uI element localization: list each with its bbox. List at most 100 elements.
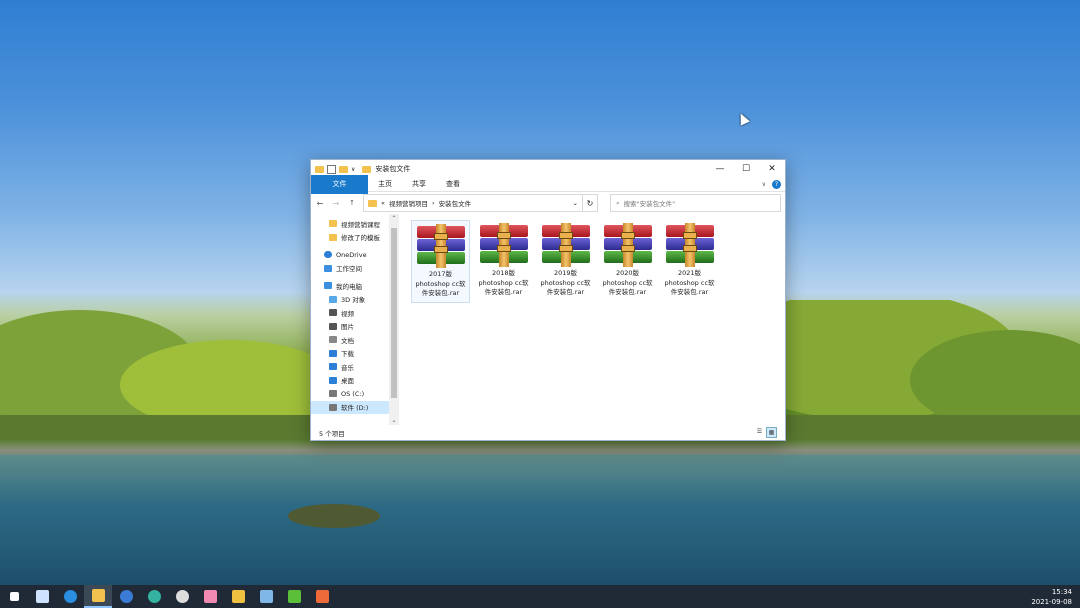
maximize-button[interactable]: ☐ (733, 160, 759, 178)
tab-home[interactable]: 主页 (368, 178, 402, 191)
taskbar-camtasia-button[interactable] (280, 585, 308, 608)
file-name-line: 件安装包.rar (670, 288, 709, 296)
back-button[interactable]: ← (315, 199, 325, 208)
sidebar-item[interactable]: 视频营销课程 (311, 217, 389, 231)
sidebar-item[interactable]: 文档 (311, 333, 389, 347)
edge-icon (147, 590, 161, 603)
address-dropdown-icon[interactable]: ⌄ (573, 199, 578, 207)
file-name-line: 2017版 (428, 270, 453, 278)
sidebar-item[interactable]: 3D 对象 (311, 293, 389, 307)
window-folder-icon (362, 165, 372, 173)
taskbar-dell-button[interactable] (168, 585, 196, 608)
forward-button[interactable]: → (331, 199, 341, 208)
mouse-cursor-icon (736, 111, 750, 126)
video-icon (329, 309, 337, 317)
breadcrumb-overflow[interactable]: « (381, 199, 385, 207)
tab-file[interactable]: 文件 (311, 175, 368, 194)
properties-icon[interactable] (327, 164, 336, 174)
address-bar-row: ← → ↑ « 视频营销项目 › 安装包文件 ⌄ ↻ ⌕ 搜索"安装包文件" (311, 192, 785, 214)
taskbar-app-pink-button[interactable] (196, 585, 224, 608)
breadcrumb-separator-icon[interactable]: › (432, 199, 435, 207)
sidebar-item-label: OneDrive (336, 250, 367, 259)
taskbar-app-blue-button[interactable] (252, 585, 280, 608)
refresh-button[interactable]: ↻ (583, 194, 598, 212)
taskbar-browser-button[interactable] (56, 585, 84, 608)
sidebar-item-label: 桌面 (341, 377, 354, 386)
help-icon[interactable]: ? (772, 180, 781, 189)
sidebar-item[interactable]: 修改了的模板 (311, 231, 389, 245)
sidebar-item-label: 视频营销课程 (341, 220, 380, 229)
tab-share[interactable]: 共享 (402, 178, 436, 191)
details-view-icon[interactable]: ☰ (755, 427, 764, 436)
browser-icon (63, 590, 77, 603)
file-item[interactable]: 2020版 photoshop cc软 件安装包.rar (599, 220, 656, 301)
large-icons-view-icon[interactable]: ▦ (766, 427, 777, 438)
expand-ribbon-icon[interactable]: ∨ (762, 181, 766, 188)
sidebar-item[interactable]: OS (C:) (311, 387, 389, 401)
up-button[interactable]: ↑ (347, 199, 357, 207)
wallpaper-river (0, 455, 1080, 585)
sidebar-item[interactable]: OneDrive (311, 248, 389, 262)
sidebar-item[interactable]: 下载 (311, 347, 389, 361)
taskbar-edge-button[interactable] (140, 585, 168, 608)
file-item[interactable]: 2021版 photoshop cc软 件安装包.rar (661, 220, 718, 301)
clock-date: 2021-09-08 (1031, 597, 1072, 606)
file-name-line: 件安装包.rar (484, 288, 523, 296)
app-yellow-icon (231, 590, 245, 603)
music-icon (329, 363, 337, 371)
taskbar-file-explorer-button[interactable] (84, 585, 112, 608)
customize-chevron-icon[interactable]: ∨ (351, 166, 355, 173)
address-bar[interactable]: « 视频营销项目 › 安装包文件 ⌄ (363, 194, 583, 212)
cloud-icon (324, 251, 332, 259)
close-button[interactable]: ✕ (759, 160, 785, 178)
taskbar-app-sphere-button[interactable] (112, 585, 140, 608)
scroll-down-icon[interactable]: ⌄ (389, 417, 399, 424)
app-pink-icon (203, 590, 217, 603)
wallpaper-rock (288, 504, 380, 528)
sidebar-item[interactable]: 工作空间 (311, 262, 389, 276)
file-name: 2018版 photoshop cc软 件安装包.rar (478, 269, 528, 298)
sidebar-item[interactable]: 我的电脑 (311, 279, 389, 293)
search-input[interactable]: ⌕ 搜索"安装包文件" (610, 194, 781, 212)
file-item[interactable]: 2017版 photoshop cc软 件安装包.rar (411, 220, 470, 303)
sidebar-item[interactable]: 软件 (D:) (311, 400, 389, 414)
scroll-up-icon[interactable]: ⌃ (389, 215, 399, 222)
sidebar-item[interactable]: 视频 (311, 306, 389, 320)
file-name-line: photoshop cc软 (540, 278, 591, 287)
minimize-button[interactable]: — (707, 160, 733, 178)
winrar-archive-icon (540, 223, 592, 267)
ribbon-tabs: 文件 主页 共享 查看 ∨ ? (311, 175, 785, 194)
taskbar-start-button[interactable] (0, 585, 28, 608)
taskbar-app-yellow-button[interactable] (224, 585, 252, 608)
3d-objects-icon (329, 295, 337, 303)
file-name-line: photoshop cc软 (415, 279, 466, 288)
start-icon (9, 592, 19, 601)
navigation-scrollbar[interactable]: ⌃ ⌄ (389, 214, 399, 425)
window-title: 安装包文件 (375, 165, 411, 173)
scrollbar-thumb[interactable] (391, 228, 397, 398)
sidebar-item[interactable]: 图片 (311, 320, 389, 334)
workspace-icon (324, 264, 332, 272)
drive-icon (329, 390, 337, 398)
sidebar-item[interactable]: 桌面 (311, 374, 389, 388)
winrar-archive-icon (602, 223, 654, 267)
dell-icon (175, 590, 189, 603)
taskbar-app-orange-button[interactable] (308, 585, 336, 608)
file-item[interactable]: 2018版 photoshop cc软 件安装包.rar (475, 220, 532, 301)
explorer-body: 视频营销课程修改了的模板 OneDrive 工作空间我的电脑 3D 对象 视频 图片文档下… (311, 214, 785, 425)
app-orange-icon (315, 590, 329, 603)
taskbar-task-view-button[interactable] (28, 585, 56, 608)
computer-icon (324, 282, 332, 290)
app-blue-icon (259, 590, 273, 603)
status-bar: 5 个项目 ☰ ▦ (311, 425, 785, 440)
tab-view[interactable]: 查看 (436, 178, 470, 191)
file-item[interactable]: 2019版 photoshop cc软 件安装包.rar (537, 220, 594, 301)
breadcrumb-item[interactable]: 视频营销项目 (389, 198, 428, 208)
sidebar-item-label: 文档 (341, 336, 354, 345)
new-folder-icon[interactable] (339, 165, 348, 173)
pictures-icon (329, 322, 337, 330)
sidebar-item[interactable]: 音乐 (311, 360, 389, 374)
file-name-line: 件安装包.rar (608, 288, 647, 296)
system-clock[interactable]: 15:34 2021-09-08 (1031, 587, 1072, 607)
breadcrumb-item[interactable]: 安装包文件 (439, 198, 472, 208)
